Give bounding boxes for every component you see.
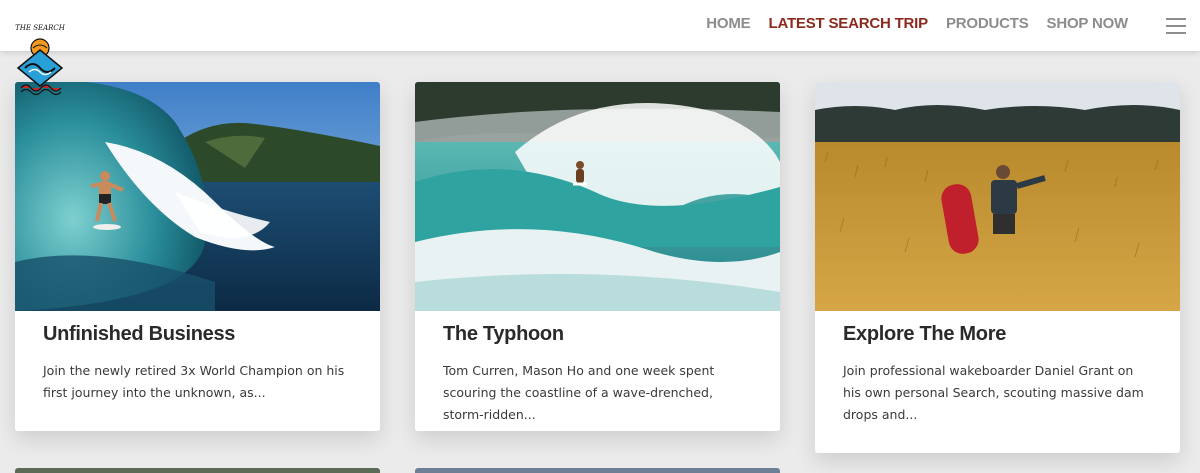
nav-latest-search-trip[interactable]: LATEST SEARCH TRIP bbox=[768, 15, 928, 32]
nav-shop-now[interactable]: SHOP NOW bbox=[1047, 15, 1129, 32]
main-nav: HOME LATEST SEARCH TRIP PRODUCTS SHOP NO… bbox=[706, 15, 1128, 32]
nav-products[interactable]: PRODUCTS bbox=[946, 15, 1029, 32]
story-card[interactable]: Unfinished Business Join the newly retir… bbox=[15, 82, 380, 431]
surfer-big-wave-photo[interactable] bbox=[415, 82, 780, 311]
next-card-peek bbox=[15, 468, 380, 473]
brand-logo[interactable]: THE SEARCH bbox=[13, 22, 67, 98]
story-card[interactable]: The Typhoon Tom Curren, Mason Ho and one… bbox=[415, 82, 780, 431]
card-description: Tom Curren, Mason Ho and one week spent … bbox=[443, 363, 715, 422]
card-description: Join the newly retired 3x World Champion… bbox=[43, 363, 345, 400]
wakeboarder-wheat-field-photo[interactable] bbox=[815, 82, 1180, 311]
card-title[interactable]: The Typhoon bbox=[443, 323, 752, 346]
top-navigation-bar: HOME LATEST SEARCH TRIP PRODUCTS SHOP NO… bbox=[0, 0, 1200, 51]
next-card-peek bbox=[415, 468, 780, 473]
nav-home[interactable]: HOME bbox=[706, 15, 750, 32]
hamburger-icon[interactable] bbox=[1166, 18, 1186, 34]
card-description: Join professional wakeboarder Daniel Gra… bbox=[843, 363, 1144, 422]
card-title[interactable]: Explore The More bbox=[843, 323, 1152, 346]
card-title[interactable]: Unfinished Business bbox=[43, 323, 352, 346]
story-card[interactable]: Explore The More Join professional wakeb… bbox=[815, 82, 1180, 453]
svg-text:THE SEARCH: THE SEARCH bbox=[15, 24, 66, 32]
surfer-barrel-wave-photo[interactable] bbox=[15, 82, 380, 311]
